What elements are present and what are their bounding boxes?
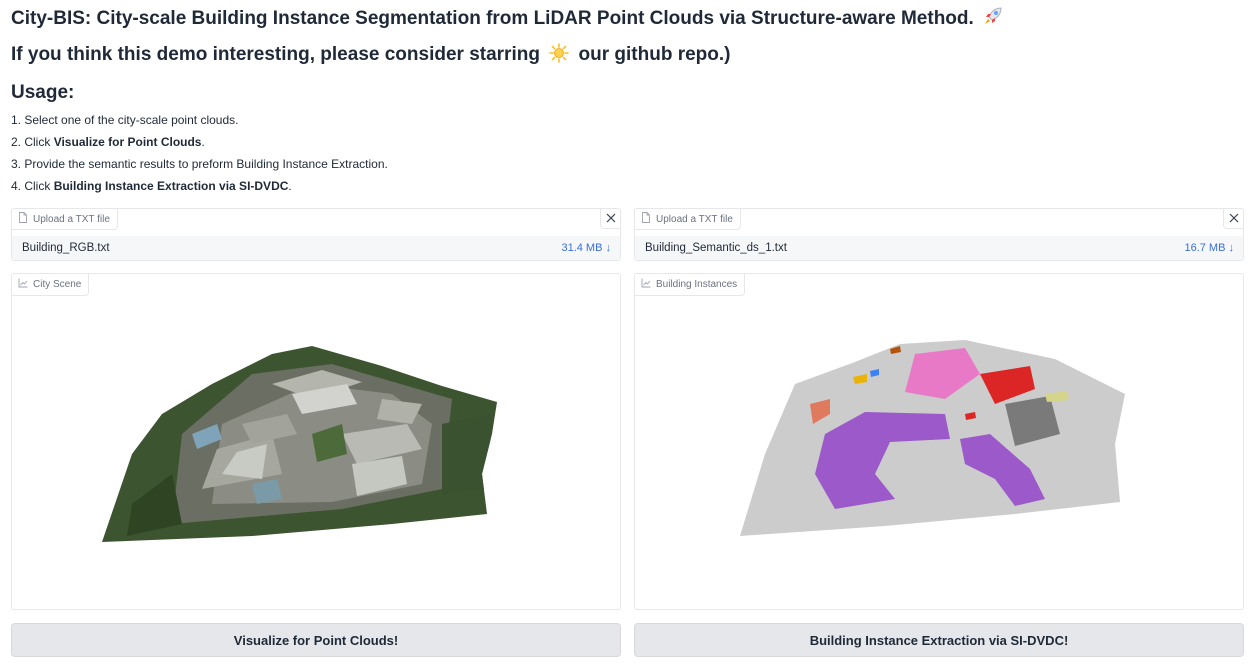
page-title: City-BIS: City-scale Building Instance S… <box>11 6 1003 32</box>
building-instances-render[interactable] <box>635 274 1244 610</box>
city-point-cloud-render[interactable] <box>12 274 621 610</box>
star-prompt-text-before: If you think this demo interesting, plea… <box>11 44 540 65</box>
star-prompt-text-after: our github repo.) <box>578 44 731 65</box>
close-icon <box>606 210 616 228</box>
usage-step-2: 2. Click Visualize for Point Clouds. <box>11 135 205 149</box>
uploaded-file-row: Building_Semantic_ds_1.txt 16.7 MB ↓ <box>635 236 1243 260</box>
file-download-link[interactable]: 31.4 MB ↓ <box>561 242 611 254</box>
file-download-link[interactable]: 16.7 MB ↓ <box>1184 242 1234 254</box>
city-scene-plot[interactable]: City Scene <box>11 273 621 610</box>
file-name: Building_Semantic_ds_1.txt <box>645 242 787 254</box>
usage-heading: Usage: <box>11 82 75 103</box>
usage-step-4: 4. Click Building Instance Extraction vi… <box>11 179 292 193</box>
upload-label: Upload a TXT file <box>12 209 118 230</box>
chart-icon <box>641 278 651 291</box>
visualize-point-clouds-button[interactable]: Visualize for Point Clouds! <box>11 623 621 657</box>
building-instance-extraction-button[interactable]: Building Instance Extraction via SI-DVDC… <box>634 623 1244 657</box>
rocket-icon <box>983 6 1003 32</box>
close-icon <box>1229 210 1239 228</box>
building-instances-plot[interactable]: Building Instances <box>634 273 1244 610</box>
usage-step-3: 3. Provide the semantic results to prefo… <box>11 157 388 171</box>
clear-file-button[interactable] <box>600 209 620 229</box>
rgb-file-upload[interactable]: Upload a TXT file Building_RGB.txt 31.4 … <box>11 208 621 261</box>
upload-label: Upload a TXT file <box>635 209 741 230</box>
semantic-file-upload[interactable]: Upload a TXT file Building_Semantic_ds_1… <box>634 208 1244 261</box>
app-root: City-BIS: City-scale Building Instance S… <box>0 0 1257 669</box>
usage-step-1: 1. Select one of the city-scale point cl… <box>11 113 239 127</box>
star-prompt: If you think this demo interesting, plea… <box>11 43 731 69</box>
file-name: Building_RGB.txt <box>22 242 110 254</box>
uploaded-file-row: Building_RGB.txt 31.4 MB ↓ <box>12 236 620 260</box>
plot-label: City Scene <box>12 274 90 296</box>
chart-icon <box>18 278 28 291</box>
plot-label: Building Instances <box>635 274 746 296</box>
file-icon <box>641 212 651 226</box>
clear-file-button[interactable] <box>1223 209 1243 229</box>
usage-steps: 1. Select one of the city-scale point cl… <box>11 112 388 200</box>
sun-icon <box>549 43 570 69</box>
file-icon <box>18 212 28 226</box>
page-title-text: City-BIS: City-scale Building Instance S… <box>11 8 974 29</box>
